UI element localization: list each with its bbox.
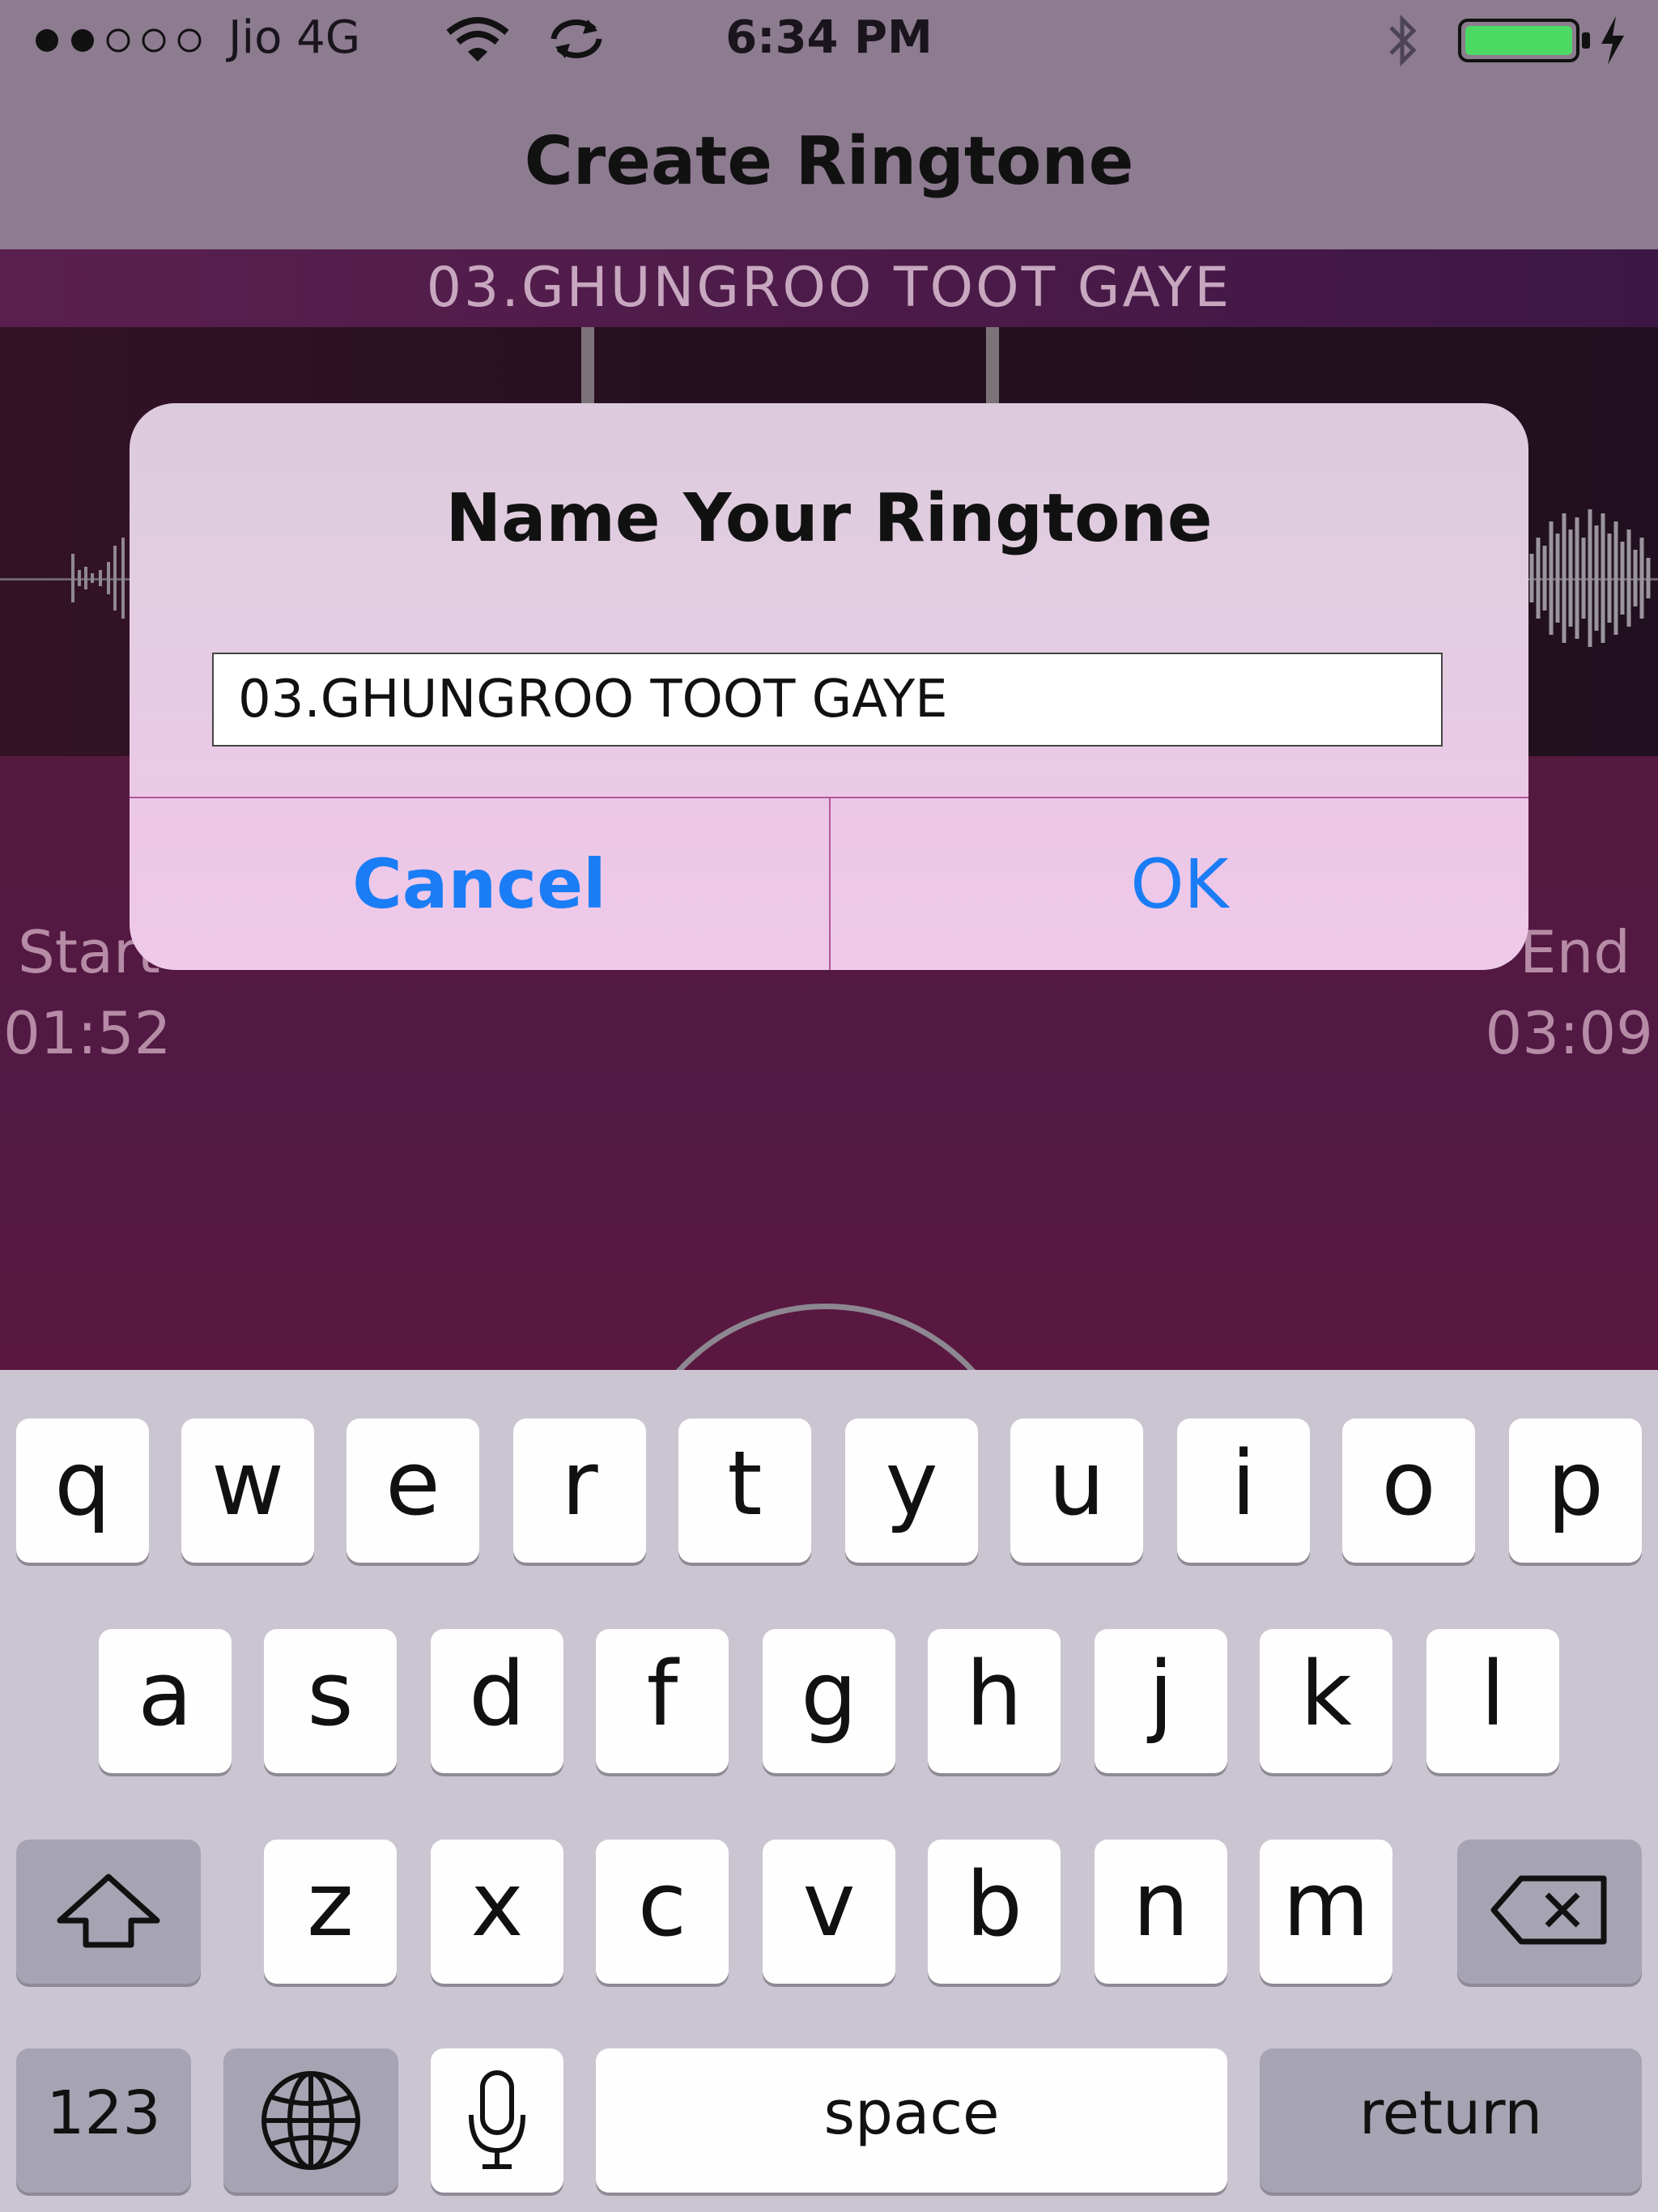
globe-key[interactable] bbox=[223, 2048, 398, 2193]
key-v[interactable]: v bbox=[763, 1840, 895, 1984]
end-time: 03:09 bbox=[1485, 999, 1654, 1067]
dialog-title: Name Your Ringtone bbox=[445, 480, 1213, 557]
delete-key[interactable] bbox=[1457, 1840, 1642, 1984]
nav-bar: Create Ringtone bbox=[0, 81, 1658, 251]
key-f[interactable]: f bbox=[596, 1629, 729, 1773]
key-s[interactable]: s bbox=[264, 1629, 397, 1773]
microphone-icon bbox=[469, 2070, 525, 2169]
key-g[interactable]: g bbox=[763, 1629, 895, 1773]
charging-bolt-icon bbox=[1601, 16, 1624, 65]
globe-icon bbox=[261, 2071, 360, 2170]
end-label: End bbox=[1520, 918, 1630, 986]
key-t[interactable]: t bbox=[678, 1419, 811, 1563]
return-key[interactable]: return bbox=[1260, 2048, 1642, 2193]
key-h[interactable]: h bbox=[928, 1629, 1061, 1773]
space-key[interactable]: space bbox=[596, 2048, 1227, 2193]
battery-icon bbox=[1458, 19, 1590, 62]
key-i[interactable]: i bbox=[1177, 1419, 1310, 1563]
key-o[interactable]: o bbox=[1342, 1419, 1475, 1563]
key-w[interactable]: w bbox=[181, 1419, 314, 1563]
bluetooth-icon bbox=[1389, 14, 1417, 67]
backspace-icon bbox=[1490, 1875, 1607, 1945]
key-j[interactable]: j bbox=[1095, 1629, 1227, 1773]
key-d[interactable]: d bbox=[431, 1629, 563, 1773]
key-q[interactable]: q bbox=[16, 1419, 149, 1563]
key-k[interactable]: k bbox=[1260, 1629, 1392, 1773]
key-l[interactable]: l bbox=[1426, 1629, 1559, 1773]
start-time: 01:52 bbox=[3, 999, 172, 1067]
shift-arrow-icon bbox=[57, 1874, 160, 1948]
keyboard: q w e r t y u i o p a s d f g h j k l z … bbox=[0, 1370, 1658, 2212]
key-n[interactable]: n bbox=[1095, 1840, 1227, 1984]
waveform-right bbox=[1529, 509, 1651, 647]
key-x[interactable]: x bbox=[431, 1840, 563, 1984]
key-c[interactable]: c bbox=[596, 1840, 729, 1984]
ringtone-name-input[interactable] bbox=[212, 653, 1443, 747]
key-y[interactable]: y bbox=[845, 1419, 978, 1563]
song-title: 03.GHUNGROO TOOT GAYE bbox=[426, 256, 1232, 320]
key-r[interactable]: r bbox=[513, 1419, 646, 1563]
waveform-left bbox=[71, 538, 125, 619]
microphone-key[interactable] bbox=[431, 2048, 563, 2193]
key-m[interactable]: m bbox=[1260, 1840, 1392, 1984]
shift-key[interactable] bbox=[16, 1840, 201, 1984]
ok-button[interactable]: OK bbox=[831, 798, 1528, 970]
cancel-button[interactable]: Cancel bbox=[130, 798, 829, 970]
key-p[interactable]: p bbox=[1509, 1419, 1642, 1563]
numbers-key[interactable]: 123 bbox=[16, 2048, 191, 2193]
key-z[interactable]: z bbox=[264, 1840, 397, 1984]
key-u[interactable]: u bbox=[1010, 1419, 1143, 1563]
key-b[interactable]: b bbox=[928, 1840, 1061, 1984]
status-bar: Jio 4G 6:34 PM bbox=[0, 0, 1658, 81]
name-ringtone-dialog: Name Your Ringtone Cancel OK bbox=[130, 403, 1528, 970]
page-title: Create Ringtone bbox=[524, 123, 1134, 200]
key-a[interactable]: a bbox=[99, 1629, 232, 1773]
key-e[interactable]: e bbox=[346, 1419, 479, 1563]
